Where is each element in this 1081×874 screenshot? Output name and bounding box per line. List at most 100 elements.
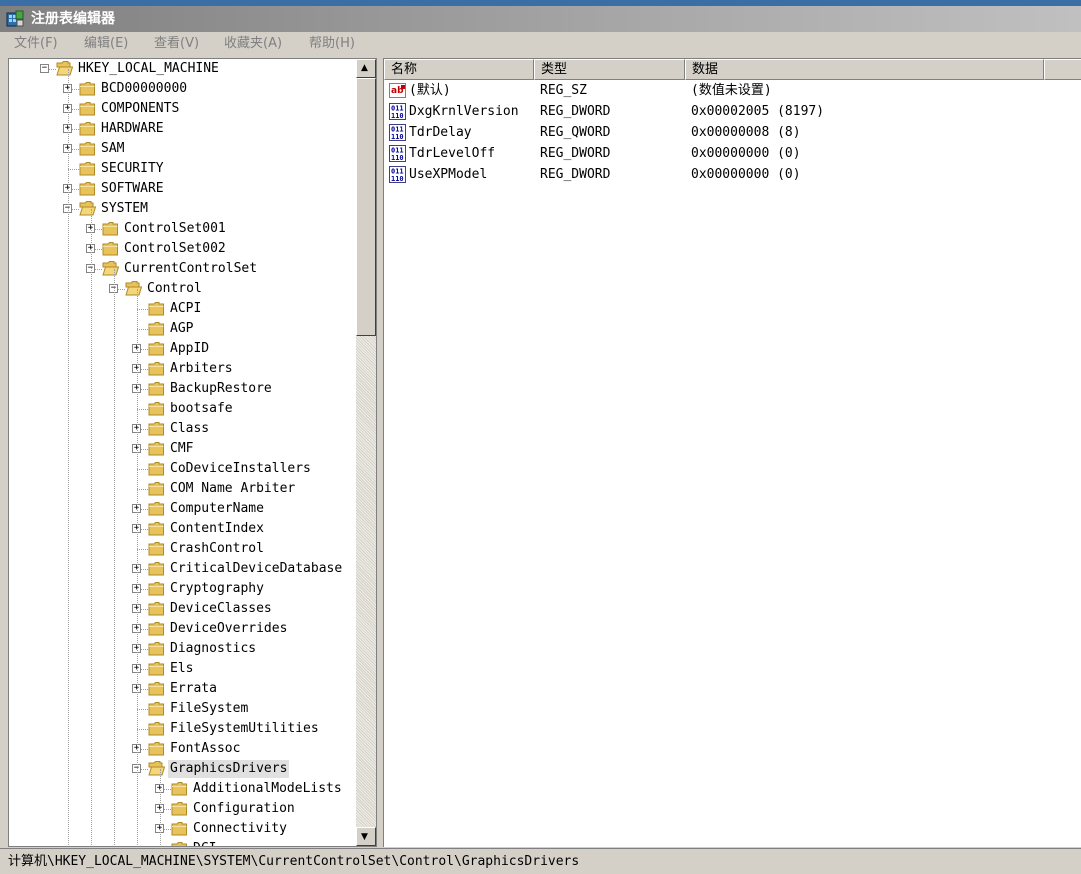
tree-node[interactable]: CoDeviceInstallers — [9, 459, 356, 479]
tree-node-label[interactable]: AdditionalModeLists — [191, 780, 344, 798]
tree-node[interactable]: + ControlSet002 — [9, 239, 356, 259]
menu-edit[interactable]: 编辑(E) — [84, 36, 128, 52]
tree-node[interactable]: + BCD00000000 — [9, 79, 356, 99]
tree-node-label[interactable]: FontAssoc — [168, 740, 242, 758]
scroll-up-button[interactable]: ▲ — [356, 59, 376, 78]
tree-node[interactable]: + Cryptography — [9, 579, 356, 599]
column-header-name[interactable]: 名称 — [384, 59, 534, 80]
tree-node[interactable]: CrashControl — [9, 539, 356, 559]
tree-node-label[interactable]: Configuration — [191, 800, 297, 818]
tree-node-label[interactable]: AppID — [168, 340, 211, 358]
tree-node-label[interactable]: CriticalDeviceDatabase — [168, 560, 344, 578]
tree-node-label[interactable]: ControlSet002 — [122, 240, 228, 258]
tree-node-label[interactable]: CMF — [168, 440, 195, 458]
tree-node-label[interactable]: Connectivity — [191, 820, 289, 838]
tree-node[interactable]: − CurrentControlSet — [9, 259, 356, 279]
tree-node[interactable]: ACPI — [9, 299, 356, 319]
tree-node-label[interactable]: DeviceOverrides — [168, 620, 289, 638]
tree-node-label[interactable]: ACPI — [168, 300, 203, 318]
tree-node[interactable]: + Configuration — [9, 799, 356, 819]
tree-node-label[interactable]: FileSystemUtilities — [168, 720, 321, 738]
tree-node-label[interactable]: Arbiters — [168, 360, 235, 378]
tree-node-label[interactable]: Cryptography — [168, 580, 266, 598]
tree-node[interactable]: + COMPONENTS — [9, 99, 356, 119]
tree-node[interactable]: + CriticalDeviceDatabase — [9, 559, 356, 579]
tree-node[interactable]: DCI — [9, 839, 356, 846]
tree-node-label[interactable]: Els — [168, 660, 195, 678]
tree-node-label[interactable]: SECURITY — [99, 160, 166, 178]
tree-node[interactable]: + ComputerName — [9, 499, 356, 519]
values-list-pane[interactable]: 名称 类型 数据 ab (默认) REG_SZ (数值未设置) 011 110 DxgKrn… — [383, 58, 1081, 847]
value-row[interactable]: 011 110 UseXPModel REG_DWORD 0x00000000 (0) — [384, 164, 1081, 185]
menu-help[interactable]: 帮助(H) — [309, 36, 355, 52]
tree-node-label[interactable]: Control — [145, 280, 204, 298]
tree-node-label[interactable]: SYSTEM — [99, 200, 150, 218]
menu-view[interactable]: 查看(V) — [154, 36, 199, 52]
menu-file[interactable]: 文件(F) — [14, 36, 58, 52]
tree-node-label[interactable]: Diagnostics — [168, 640, 258, 658]
tree-node-label[interactable]: HKEY_LOCAL_MACHINE — [76, 60, 221, 78]
tree-node[interactable]: + Arbiters — [9, 359, 356, 379]
tree-vertical-scrollbar[interactable]: ▲ ▼ — [356, 59, 376, 846]
tree-node[interactable]: bootsafe — [9, 399, 356, 419]
tree-node-label[interactable]: bootsafe — [168, 400, 235, 418]
tree-node[interactable]: + FontAssoc — [9, 739, 356, 759]
tree-node[interactable]: + Diagnostics — [9, 639, 356, 659]
tree-node[interactable]: + SAM — [9, 139, 356, 159]
collapse-icon[interactable]: − — [40, 64, 49, 73]
tree-node-label[interactable]: AGP — [168, 320, 195, 338]
tree-node-label[interactable]: COMPONENTS — [99, 100, 181, 118]
title-bar[interactable]: 注册表编辑器 — [0, 6, 1081, 32]
tree-node[interactable]: − HKEY_LOCAL_MACHINE — [9, 59, 356, 79]
value-row[interactable]: 011 110 TdrDelay REG_QWORD 0x00000008 (8) — [384, 122, 1081, 143]
tree-node[interactable]: + BackupRestore — [9, 379, 356, 399]
tree-node-label[interactable]: SOFTWARE — [99, 180, 166, 198]
tree-node-label[interactable]: ControlSet001 — [122, 220, 228, 238]
tree-node[interactable]: + AdditionalModeLists — [9, 779, 356, 799]
tree-node[interactable]: − SYSTEM — [9, 199, 356, 219]
tree-node-label[interactable]: COM Name Arbiter — [168, 480, 297, 498]
tree-node[interactable]: − Control — [9, 279, 356, 299]
tree-node-label[interactable]: DCI — [191, 840, 218, 846]
scroll-down-button[interactable]: ▼ — [356, 827, 376, 846]
tree-node[interactable]: FileSystem — [9, 699, 356, 719]
tree-node-label[interactable]: ContentIndex — [168, 520, 266, 538]
tree-node[interactable]: FileSystemUtilities — [9, 719, 356, 739]
registry-tree-pane[interactable]: − HKEY_LOCAL_MACHINE + BCD00000000 + COMPONEN… — [8, 58, 377, 847]
value-row[interactable]: ab (默认) REG_SZ (数值未设置) — [384, 80, 1081, 101]
tree-node[interactable]: + ContentIndex — [9, 519, 356, 539]
tree-node[interactable]: + AppID — [9, 339, 356, 359]
tree-node-label[interactable]: DeviceClasses — [168, 600, 274, 618]
menu-favorites[interactable]: 收藏夹(A) — [224, 36, 282, 52]
tree-node[interactable]: − GraphicsDrivers — [9, 759, 356, 779]
tree-node[interactable]: + DeviceClasses — [9, 599, 356, 619]
tree-node-label[interactable]: GraphicsDrivers — [168, 760, 290, 778]
tree-node[interactable]: AGP — [9, 319, 356, 339]
tree-node-label[interactable]: Errata — [168, 680, 219, 698]
tree-node-label[interactable]: ComputerName — [168, 500, 266, 518]
scroll-thumb[interactable] — [356, 78, 376, 336]
tree-node[interactable]: + CMF — [9, 439, 356, 459]
tree-node-label[interactable]: CoDeviceInstallers — [168, 460, 313, 478]
tree-node-label[interactable]: CrashControl — [168, 540, 266, 558]
tree-node[interactable]: COM Name Arbiter — [9, 479, 356, 499]
value-row[interactable]: 011 110 TdrLevelOff REG_DWORD 0x00000000 (0) — [384, 143, 1081, 164]
tree-node-label[interactable]: FileSystem — [168, 700, 250, 718]
column-header-data[interactable]: 数据 — [685, 59, 1044, 80]
tree-node-label[interactable]: CurrentControlSet — [122, 260, 259, 278]
tree-node-label[interactable]: BCD00000000 — [99, 80, 189, 98]
tree-node-label[interactable]: BackupRestore — [168, 380, 274, 398]
tree-node[interactable]: + SOFTWARE — [9, 179, 356, 199]
tree-node[interactable]: + HARDWARE — [9, 119, 356, 139]
tree-node[interactable]: + Connectivity — [9, 819, 356, 839]
tree-node-label[interactable]: SAM — [99, 140, 126, 158]
column-header-type[interactable]: 类型 — [534, 59, 685, 80]
tree-node[interactable]: + Class — [9, 419, 356, 439]
tree-node[interactable]: + Els — [9, 659, 356, 679]
tree-node[interactable]: + Errata — [9, 679, 356, 699]
tree-node-label[interactable]: Class — [168, 420, 211, 438]
tree-node[interactable]: + DeviceOverrides — [9, 619, 356, 639]
value-row[interactable]: 011 110 DxgKrnlVersion REG_DWORD 0x00002005 … — [384, 101, 1081, 122]
tree-node-label[interactable]: HARDWARE — [99, 120, 166, 138]
tree-node[interactable]: + ControlSet001 — [9, 219, 356, 239]
